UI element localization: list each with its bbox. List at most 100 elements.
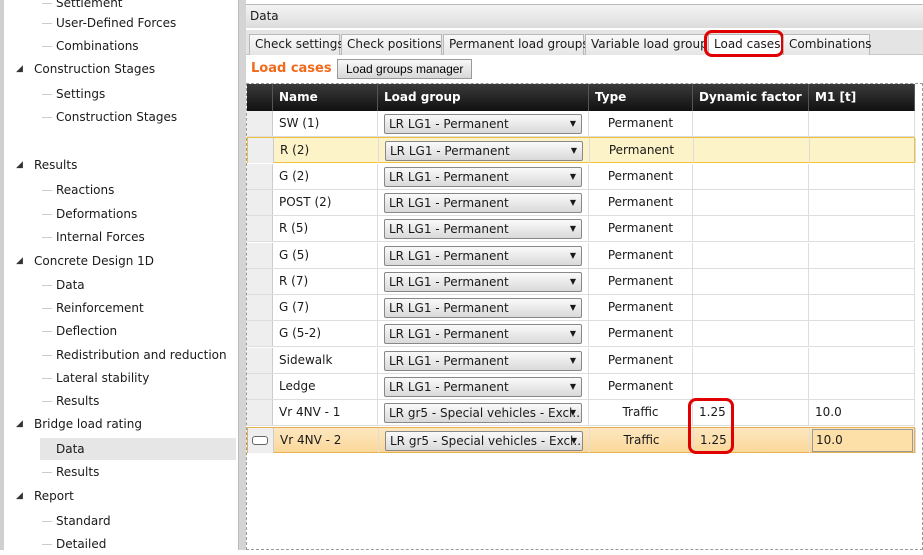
load-group-cell[interactable]: LR LG1 - Permanent ▼ bbox=[378, 347, 589, 373]
table-row[interactable]: R (5) LR LG1 - Permanent ▼ Permanent bbox=[247, 216, 915, 243]
expand-triangle-icon[interactable]: ◢ bbox=[16, 413, 23, 435]
tree-item[interactable]: Reinforcement bbox=[56, 297, 144, 319]
tree-item[interactable]: Detailed bbox=[56, 533, 106, 555]
tree-item[interactable]: Internal Forces bbox=[56, 226, 145, 248]
m1-cell[interactable] bbox=[809, 347, 915, 373]
column-header[interactable]: Name bbox=[273, 84, 378, 111]
tree-item[interactable]: Construction Stages bbox=[56, 106, 177, 128]
tree-item[interactable]: ◢ Results bbox=[16, 154, 77, 176]
name-cell[interactable]: G (2) bbox=[273, 163, 378, 189]
expand-triangle-icon[interactable]: ◢ bbox=[16, 154, 23, 176]
load-group-cell[interactable]: LR LG1 - Permanent ▼ bbox=[378, 189, 589, 215]
row-indicator[interactable] bbox=[247, 242, 273, 268]
tree-item[interactable]: ◢ Report bbox=[16, 485, 74, 507]
load-group-dropdown[interactable]: LR gr5 - Special vehicles - Excl... ▼ bbox=[384, 403, 582, 424]
table-row[interactable]: Ledge LR LG1 - Permanent ▼ Permanent bbox=[247, 374, 915, 400]
dynamic-factor-cell[interactable] bbox=[693, 321, 809, 347]
dynamic-factor-cell[interactable] bbox=[693, 295, 809, 321]
row-indicator[interactable] bbox=[247, 216, 273, 242]
tree-item[interactable]: Settings bbox=[56, 83, 105, 105]
m1-cell[interactable] bbox=[809, 374, 915, 399]
table-row[interactable]: Vr 4NV - 2 LR gr5 - Special vehicles - Ex… bbox=[247, 426, 916, 453]
dynamic-factor-cell[interactable] bbox=[693, 163, 809, 189]
m1-cell[interactable] bbox=[809, 189, 915, 215]
row-indicator[interactable] bbox=[247, 268, 273, 294]
name-cell[interactable]: R (7) bbox=[273, 268, 378, 294]
table-row[interactable]: Sidewalk LR LG1 - Permanent ▼ Permanent bbox=[247, 347, 915, 374]
name-cell[interactable]: G (7) bbox=[273, 295, 378, 321]
table-row[interactable]: R (2) LR LG1 - Permanent ▼ Permanent bbox=[247, 137, 916, 164]
row-indicator[interactable] bbox=[247, 400, 273, 426]
table-row[interactable]: R (7) LR LG1 - Permanent ▼ Permanent bbox=[247, 268, 915, 295]
expand-triangle-icon[interactable]: ◢ bbox=[16, 250, 23, 272]
tree-item[interactable]: Combinations bbox=[56, 35, 139, 57]
dynamic-factor-cell[interactable] bbox=[693, 374, 809, 399]
tree-item[interactable]: Data bbox=[56, 274, 85, 296]
load-group-cell[interactable]: LR LG1 - Permanent ▼ bbox=[378, 163, 589, 189]
load-group-cell[interactable]: LR LG1 - Permanent ▼ bbox=[378, 216, 589, 242]
m1-cell[interactable]: 10.0 bbox=[810, 427, 916, 453]
name-cell[interactable]: Vr 4NV - 1 bbox=[273, 400, 378, 426]
dynamic-factor-cell[interactable] bbox=[693, 111, 809, 136]
load-group-dropdown[interactable]: LR gr5 - Special vehicles - Excl... ▼ bbox=[385, 430, 583, 451]
tree-item[interactable]: Lateral stability bbox=[56, 367, 149, 389]
m1-cell[interactable] bbox=[810, 138, 916, 164]
load-group-cell[interactable]: LR LG1 - Permanent ▼ bbox=[378, 111, 589, 136]
tree-item[interactable]: ◢ Concrete Design 1D bbox=[16, 250, 154, 272]
dynamic-factor-cell[interactable] bbox=[694, 138, 810, 164]
load-group-cell[interactable]: LR LG1 - Permanent ▼ bbox=[378, 242, 589, 268]
row-indicator[interactable] bbox=[247, 374, 273, 399]
m1-cell[interactable]: 10.0 bbox=[809, 400, 915, 426]
tree-item[interactable]: Reactions bbox=[56, 179, 114, 201]
m1-input[interactable]: 10.0 bbox=[812, 428, 913, 452]
name-cell[interactable]: G (5-2) bbox=[273, 321, 378, 347]
tree-item[interactable]: Data bbox=[40, 438, 236, 460]
m1-cell[interactable] bbox=[809, 268, 915, 294]
tree-item[interactable]: ◢ Construction Stages bbox=[16, 58, 155, 80]
load-group-dropdown[interactable]: LR LG1 - Permanent ▼ bbox=[384, 324, 582, 345]
table-row[interactable]: POST (2) LR LG1 - Permanent ▼ Permanent bbox=[247, 189, 915, 216]
load-group-dropdown[interactable]: LR LG1 - Permanent ▼ bbox=[384, 245, 582, 266]
m1-cell[interactable] bbox=[809, 295, 915, 321]
tab-combinations[interactable]: Combinations bbox=[783, 34, 872, 55]
name-cell[interactable]: G (5) bbox=[273, 242, 378, 268]
dynamic-factor-cell[interactable] bbox=[693, 216, 809, 242]
tree-item[interactable]: Deflection bbox=[56, 320, 117, 342]
table-row[interactable]: G (5-2) LR LG1 - Permanent ▼ Permanent bbox=[247, 321, 915, 348]
load-group-cell[interactable]: LR gr5 - Special vehicles - Excl... ▼ bbox=[379, 427, 590, 453]
tab-check-positions[interactable]: Check positions bbox=[341, 34, 442, 55]
name-cell[interactable]: POST (2) bbox=[273, 189, 378, 215]
load-group-cell[interactable]: LR gr5 - Special vehicles - Excl... ▼ bbox=[378, 400, 589, 426]
name-cell[interactable]: R (5) bbox=[273, 216, 378, 242]
tree-item[interactable]: Results bbox=[56, 461, 99, 483]
load-group-cell[interactable]: LR LG1 - Permanent ▼ bbox=[378, 321, 589, 347]
m1-cell[interactable] bbox=[809, 163, 915, 189]
name-cell[interactable]: Ledge bbox=[273, 374, 378, 399]
tree-item[interactable]: Results bbox=[56, 390, 99, 412]
dynamic-factor-cell[interactable] bbox=[693, 242, 809, 268]
load-group-cell[interactable]: LR LG1 - Permanent ▼ bbox=[378, 374, 589, 399]
table-row[interactable]: G (2) LR LG1 - Permanent ▼ Permanent bbox=[247, 163, 915, 190]
load-group-dropdown[interactable]: LR LG1 - Permanent ▼ bbox=[384, 350, 582, 371]
table-row[interactable]: G (5) LR LG1 - Permanent ▼ Permanent bbox=[247, 242, 915, 269]
dynamic-factor-cell[interactable] bbox=[693, 268, 809, 294]
load-group-dropdown[interactable]: LR LG1 - Permanent ▼ bbox=[384, 192, 582, 213]
m1-cell[interactable] bbox=[809, 242, 915, 268]
load-group-cell[interactable]: LR LG1 - Permanent ▼ bbox=[378, 295, 589, 321]
column-header[interactable]: Type bbox=[589, 84, 693, 111]
expand-triangle-icon[interactable]: ◢ bbox=[16, 485, 23, 507]
row-indicator[interactable] bbox=[247, 347, 273, 373]
load-group-dropdown[interactable]: LR LG1 - Permanent ▼ bbox=[385, 141, 583, 162]
column-header[interactable]: Dynamic factor δ bbox=[693, 84, 809, 131]
tree-item[interactable]: Deformations bbox=[56, 203, 137, 225]
load-group-dropdown[interactable]: LR LG1 - Permanent ▼ bbox=[384, 271, 582, 292]
load-group-dropdown[interactable]: LR LG1 - Permanent ▼ bbox=[384, 377, 582, 397]
row-indicator[interactable] bbox=[248, 427, 274, 453]
name-cell[interactable]: Vr 4NV - 2 bbox=[274, 427, 379, 453]
row-indicator[interactable] bbox=[247, 321, 273, 347]
tree-item[interactable]: User-Defined Forces bbox=[56, 12, 176, 34]
tab-permanent-load-groups[interactable]: Permanent load groups bbox=[443, 34, 589, 55]
name-cell[interactable]: R (2) bbox=[274, 138, 379, 164]
tree-item[interactable]: ◢ Bridge load rating bbox=[16, 413, 142, 435]
tab-variable-load-groups[interactable]: Variable load groups bbox=[585, 34, 714, 55]
